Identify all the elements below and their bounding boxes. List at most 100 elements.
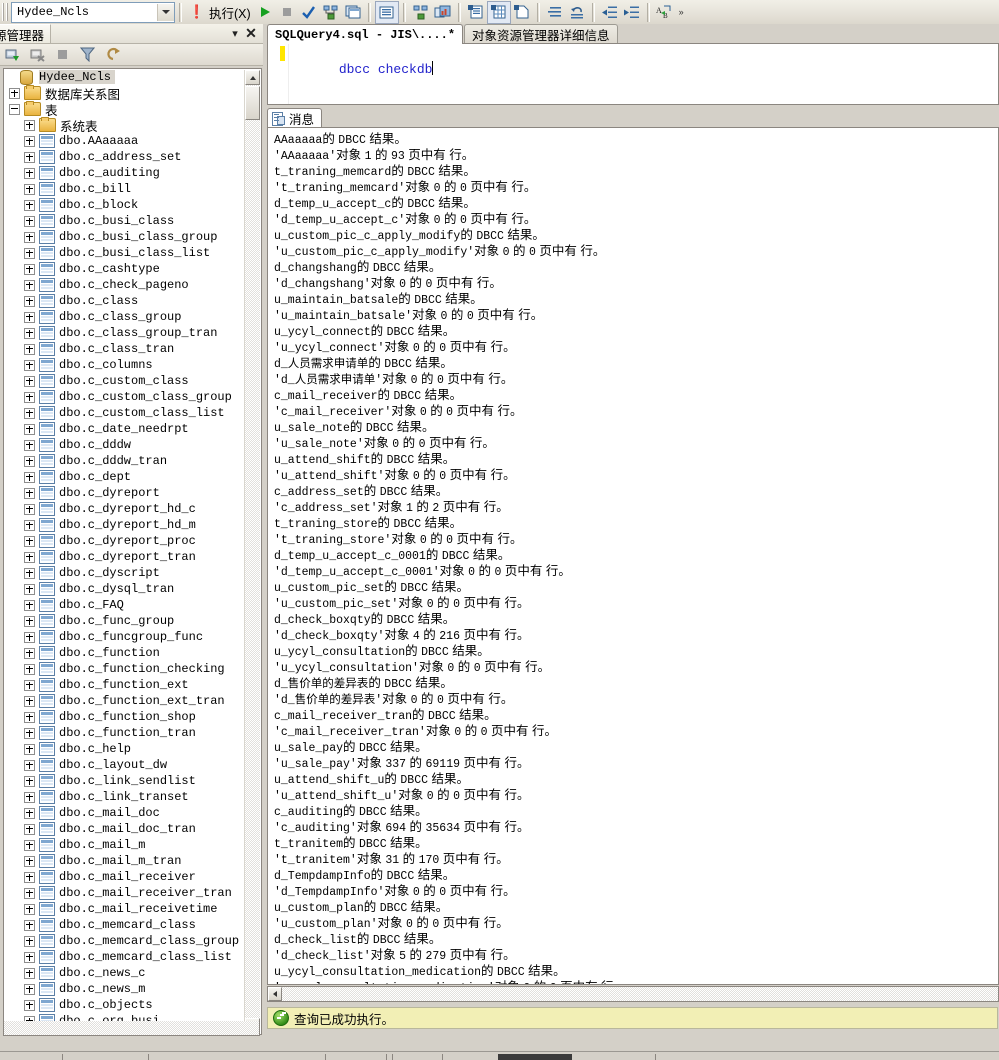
expand-plus-icon[interactable]	[24, 199, 35, 211]
tree-node[interactable]: dbo.c_dysql_tran	[4, 581, 244, 597]
tree-node[interactable]: dbo.c_busi_class_group	[4, 229, 244, 245]
expand-plus-icon[interactable]	[24, 983, 35, 995]
tree-node[interactable]: dbo.c_custom_class_group	[4, 389, 244, 405]
tree-node[interactable]: dbo.c_check_pageno	[4, 277, 244, 293]
expand-plus-icon[interactable]	[24, 487, 35, 499]
expand-plus-icon[interactable]	[24, 503, 35, 515]
tree-node[interactable]: dbo.c_help	[4, 741, 244, 757]
expand-plus-icon[interactable]	[24, 375, 35, 387]
editor-code-line[interactable]: dbcc checkdb	[292, 46, 434, 92]
expand-plus-icon[interactable]	[24, 439, 35, 451]
expand-plus-icon[interactable]	[24, 839, 35, 851]
expand-plus-icon[interactable]	[24, 967, 35, 979]
tree-node[interactable]: dbo.c_mail_m	[4, 837, 244, 853]
comment-lines-icon[interactable]	[544, 2, 566, 23]
tree-node[interactable]: dbo.c_custom_class_list	[4, 405, 244, 421]
tree-node[interactable]: dbo.c_mail_receiver_tran	[4, 885, 244, 901]
stop-icon[interactable]	[276, 2, 298, 23]
filter-icon[interactable]	[75, 45, 100, 64]
tree-node[interactable]: dbo.c_dddw_tran	[4, 453, 244, 469]
include-client-statistics-icon[interactable]	[432, 2, 454, 23]
object-explorer-title[interactable]: 源管理器	[0, 24, 52, 43]
disconnect-icon[interactable]	[25, 45, 50, 64]
close-icon[interactable]: ✕	[243, 25, 263, 42]
expand-plus-icon[interactable]	[24, 247, 35, 259]
tab-object-explorer-details[interactable]: 对象资源管理器详细信息	[464, 24, 618, 44]
expand-plus-icon[interactable]	[24, 615, 35, 627]
tree-node[interactable]: dbo.c_news_m	[4, 981, 244, 997]
scroll-left-button[interactable]	[268, 987, 282, 1001]
tree-node[interactable]: dbo.c_columns	[4, 357, 244, 373]
expand-plus-icon[interactable]	[24, 935, 35, 947]
tree-node[interactable]: dbo.c_bill	[4, 181, 244, 197]
expand-plus-icon[interactable]	[24, 343, 35, 355]
scroll-thumb[interactable]	[245, 86, 260, 120]
expand-plus-icon[interactable]	[24, 871, 35, 883]
tree-node[interactable]: 表	[4, 101, 244, 118]
connect-icon[interactable]	[0, 45, 25, 64]
tree-node[interactable]: dbo.c_address_set	[4, 149, 244, 165]
tree-node[interactable]: dbo.c_dyreport_tran	[4, 549, 244, 565]
tree-node[interactable]: dbo.c_memcard_class	[4, 917, 244, 933]
expand-plus-icon[interactable]	[24, 887, 35, 899]
expand-plus-icon[interactable]	[24, 647, 35, 659]
tree-node[interactable]: dbo.c_memcard_class_group	[4, 933, 244, 949]
expand-plus-icon[interactable]	[24, 535, 35, 547]
tree-node[interactable]: dbo.c_func_group	[4, 613, 244, 629]
tree-node[interactable]: 系统表	[4, 117, 244, 134]
expand-plus-icon[interactable]	[24, 855, 35, 867]
panel-menu-icon[interactable]: ▾	[227, 27, 243, 40]
uncomment-lines-icon[interactable]	[566, 2, 588, 23]
tree-node[interactable]: dbo.c_class	[4, 293, 244, 309]
expand-plus-icon[interactable]	[24, 119, 35, 131]
tree-node[interactable]: dbo.c_dyscript	[4, 565, 244, 581]
decrease-indent-icon[interactable]	[599, 2, 621, 23]
tree-node[interactable]: dbo.c_function_shop	[4, 709, 244, 725]
expand-plus-icon[interactable]	[24, 279, 35, 291]
expand-plus-icon[interactable]	[24, 711, 35, 723]
tree-node[interactable]: dbo.c_block	[4, 197, 244, 213]
expand-plus-icon[interactable]	[24, 999, 35, 1011]
toolbar-grip[interactable]	[2, 3, 9, 21]
expand-plus-icon[interactable]	[24, 567, 35, 579]
tree-node[interactable]: dbo.c_mail_receiver	[4, 869, 244, 885]
expand-plus-icon[interactable]	[24, 727, 35, 739]
tree-vertical-scrollbar[interactable]	[244, 70, 260, 1033]
tree-node[interactable]: dbo.c_dyreport_hd_c	[4, 501, 244, 517]
tree-node[interactable]: dbo.c_link_sendlist	[4, 773, 244, 789]
chevron-down-icon[interactable]	[157, 3, 174, 21]
tree-node[interactable]: dbo.c_mail_doc_tran	[4, 821, 244, 837]
execute-button-label[interactable]: 执行(X)	[208, 3, 254, 22]
expand-plus-icon[interactable]	[24, 183, 35, 195]
sql-editor[interactable]: dbcc checkdb	[267, 43, 999, 105]
refresh-icon[interactable]	[100, 45, 125, 64]
expand-plus-icon[interactable]	[24, 791, 35, 803]
tree-node[interactable]: dbo.c_class_group	[4, 309, 244, 325]
tree-node[interactable]: dbo.c_mail_doc	[4, 805, 244, 821]
tree-node[interactable]: dbo.c_function_checking	[4, 661, 244, 677]
tree-horizontal-scrollbar[interactable]	[3, 1021, 260, 1036]
expand-plus-icon[interactable]	[24, 263, 35, 275]
increase-indent-icon[interactable]	[621, 2, 643, 23]
expand-plus-icon[interactable]	[24, 471, 35, 483]
tree-node[interactable]: dbo.c_function	[4, 645, 244, 661]
expand-plus-icon[interactable]	[24, 583, 35, 595]
expand-plus-icon[interactable]	[24, 231, 35, 243]
display-estimated-plan-icon[interactable]	[320, 2, 342, 23]
tree-node[interactable]: dbo.c_funcgroup_func	[4, 629, 244, 645]
tree-node[interactable]: dbo.AAaaaaa	[4, 133, 244, 149]
expand-plus-icon[interactable]	[24, 295, 35, 307]
tree-node[interactable]: dbo.c_date_needrpt	[4, 421, 244, 437]
query-options-icon[interactable]	[342, 2, 364, 23]
tab-sqlquery4[interactable]: SQLQuery4.sql - JIS\....*	[267, 24, 464, 44]
expand-plus-icon[interactable]	[24, 407, 35, 419]
tree-node[interactable]: dbo.c_function_ext_tran	[4, 693, 244, 709]
expand-plus-icon[interactable]	[24, 631, 35, 643]
expand-plus-icon[interactable]	[24, 951, 35, 963]
results-to-text-pane-icon[interactable]	[465, 2, 487, 23]
expand-plus-icon[interactable]	[24, 903, 35, 915]
collapse-minus-icon[interactable]	[9, 103, 20, 115]
expand-plus-icon[interactable]	[24, 599, 35, 611]
object-explorer-tree[interactable]: Hydee_Ncls 数据库关系图表系统表 dbo.AAaaaaa dbo.c_add…	[3, 68, 262, 1035]
expand-plus-icon[interactable]	[9, 87, 20, 99]
